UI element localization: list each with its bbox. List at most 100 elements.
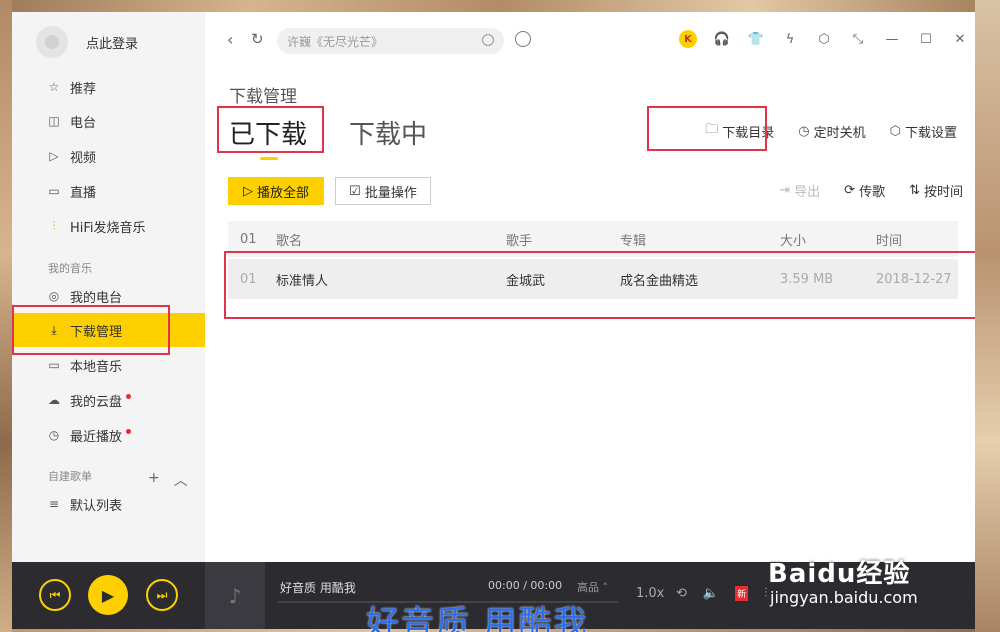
radio-icon: ◫ <box>48 114 60 128</box>
equalizer-icon[interactable]: ⫶ <box>764 586 767 601</box>
quality-selector[interactable]: 高品 ˄ <box>577 579 608 595</box>
avatar[interactable] <box>36 26 68 58</box>
my-radio-icon: ◎ <box>48 289 60 303</box>
list-icon: ≡ <box>48 497 60 511</box>
search-icon[interactable] <box>482 34 494 46</box>
batch-operations-button[interactable]: ☑ 批量操作 <box>335 177 431 205</box>
maximize-icon[interactable]: ☐ <box>917 30 935 48</box>
annotation-box-download-directory <box>647 106 767 151</box>
sidebar-item-label: 直播 <box>70 185 97 201</box>
mini-mode-icon[interactable]: ⤡ <box>849 30 867 48</box>
annotation-box-downloaded-tab <box>217 106 324 153</box>
timer-shutdown-button[interactable]: ◷ 定时关机 <box>798 122 865 141</box>
download-settings-label: 下载设置 <box>904 125 957 141</box>
sort-by-time-label: 按时间 <box>923 185 963 200</box>
page-title: 下载管理 <box>229 87 297 107</box>
sidebar-item-label: 我的云盘 <box>70 394 123 410</box>
clock-icon: ◷ <box>48 428 60 442</box>
play-pause-button[interactable]: ▶ <box>88 575 128 615</box>
sort-icon: ⇅ <box>909 183 920 198</box>
baidu-watermark-url: jingyan.baidu.com <box>770 588 918 607</box>
sidebar-item-default-list[interactable]: ≡ 默认列表 <box>12 487 205 521</box>
settings-icon[interactable]: ⬡ <box>815 30 833 48</box>
sidebar-item-video[interactable]: ▷ 视频 <box>12 139 205 173</box>
play-all-label: 播放全部 <box>256 184 309 200</box>
close-icon[interactable]: ✕ <box>951 30 969 48</box>
notification-dot <box>126 393 132 399</box>
overlay-subtitle: 好音质 用酷我 <box>366 603 589 632</box>
section-label-my-music: 我的音乐 <box>48 262 92 275</box>
play-all-button[interactable]: ▷ 播放全部 <box>228 177 324 205</box>
upload-button[interactable]: ⟳ 传歌 <box>844 181 885 200</box>
album-cover[interactable]: ♪ <box>205 562 265 629</box>
gear-icon: ⬡ <box>889 123 901 139</box>
cloud-icon: ☁ <box>48 393 60 407</box>
previous-icon: ⏮ <box>49 587 61 602</box>
search-input[interactable]: 许巍《无尽光芒》 <box>277 28 504 54</box>
live-icon: ▭ <box>48 184 60 198</box>
download-settings-button[interactable]: ⬡ 下载设置 <box>890 122 957 141</box>
sidebar-item-label: 电台 <box>70 115 97 131</box>
quality-label: 高品 <box>577 581 599 594</box>
sidebar-item-cloud[interactable]: ☁ 我的云盘 <box>12 383 205 417</box>
search-placeholder: 许巍《无尽光芒》 <box>287 34 384 49</box>
list-actions: ⇥ 导出 ⟳ 传歌 ⇅ 按时间 <box>779 181 963 200</box>
sidebar-item-label: 推荐 <box>70 81 97 97</box>
annotation-box-downloaded-song <box>224 251 975 319</box>
previous-track-button[interactable]: ⏮ <box>39 579 71 611</box>
local-music-icon: ▭ <box>48 358 60 372</box>
sidebar-item-radio[interactable]: ◫ 电台 <box>12 104 205 138</box>
refresh-icon[interactable]: ↻ <box>251 30 264 48</box>
next-icon: ⏭ <box>156 587 168 602</box>
hifi-icon: ⫶ <box>52 218 56 233</box>
minimize-icon[interactable]: — <box>883 30 901 48</box>
play-icon: ▶ <box>101 585 115 605</box>
window-toolbar: K 🎧 👕 ϟ ⬡ ⤡ — ☐ ✕ <box>663 30 975 48</box>
export-button[interactable]: ⇥ 导出 <box>779 181 820 200</box>
now-playing-title: 好音质 用酷我 <box>280 581 356 595</box>
section-label-custom-playlists: 自建歌单 <box>48 470 92 483</box>
skin-icon[interactable]: 👕 <box>747 30 765 48</box>
app-window: 点此登录 ☆ 推荐 ◫ 电台 ▷ 视频 ▭ 直播 ⫶ HiFi发烧音乐 我的音乐… <box>12 12 975 629</box>
voice-search-icon[interactable] <box>515 31 531 47</box>
playback-speed[interactable]: 1.0x <box>636 586 664 601</box>
kuwo-logo-icon: ♪ <box>228 583 242 608</box>
top-bar: ‹ ↻ 许巍《无尽光芒》 K 🎧 👕 ϟ ⬡ ⤡ — ☐ ✕ <box>205 12 975 68</box>
sidebar-item-label: 视频 <box>70 150 97 166</box>
star-icon: ☆ <box>48 80 60 94</box>
new-badge: 新 <box>735 586 749 601</box>
sidebar-item-live[interactable]: ▭ 直播 <box>12 174 205 208</box>
loop-icon[interactable]: ⟲ <box>676 586 687 601</box>
sidebar: 点此登录 ☆ 推荐 ◫ 电台 ▷ 视频 ▭ 直播 ⫶ HiFi发烧音乐 我的音乐… <box>12 12 205 562</box>
login-link[interactable]: 点此登录 <box>86 33 138 52</box>
tab-downloading[interactable]: 下载中 <box>349 114 427 151</box>
desktop-background-left <box>0 0 12 632</box>
speed-icon[interactable]: ϟ <box>781 30 799 48</box>
avatar-placeholder-icon <box>45 35 59 49</box>
sync-icon: ⟳ <box>844 183 856 198</box>
sidebar-item-label: 本地音乐 <box>70 359 123 375</box>
sidebar-item-recent[interactable]: ◷ 最近播放 <box>12 418 205 452</box>
back-icon[interactable]: ‹ <box>227 30 233 49</box>
sort-by-time-button[interactable]: ⇅ 按时间 <box>909 181 963 200</box>
checklist-icon: ☑ <box>349 183 361 198</box>
playback-time: 00:00 / 00:00 <box>488 579 563 592</box>
annotation-box-download-manager <box>12 305 170 355</box>
sidebar-item-recommend[interactable]: ☆ 推荐 <box>12 70 205 104</box>
next-track-button[interactable]: ⏭ <box>146 579 178 611</box>
vip-icon[interactable]: K <box>679 30 697 48</box>
desktop-background-top <box>0 0 1000 12</box>
export-label: 导出 <box>794 185 821 200</box>
baidu-watermark: Baidu经验 <box>768 559 911 589</box>
desktop-background-right <box>975 0 1000 632</box>
sidebar-item-label: HiFi发烧音乐 <box>70 220 146 236</box>
sidebar-item-hifi[interactable]: ⫶ HiFi发烧音乐 <box>12 209 205 243</box>
notification-dot <box>126 428 132 434</box>
active-tab-indicator <box>260 157 278 160</box>
volume-icon[interactable]: 🔈 <box>703 586 719 601</box>
headphones-icon[interactable]: 🎧 <box>713 30 731 48</box>
sidebar-item-label: 我的电台 <box>70 290 123 306</box>
login-area[interactable]: 点此登录 <box>36 26 138 58</box>
player-tools: ⟲ 🔈 新 ⫶ <box>676 586 767 601</box>
sidebar-item-label: 默认列表 <box>70 498 123 514</box>
